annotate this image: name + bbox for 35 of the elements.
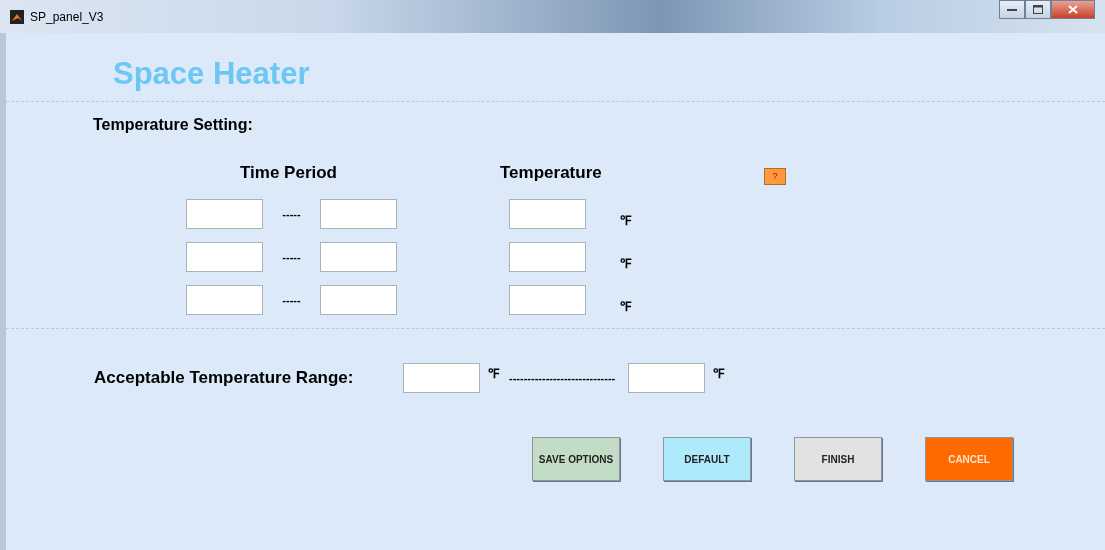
range-dash: -----: [281, 250, 302, 263]
action-button[interactable]: DEFAULT: [663, 437, 751, 481]
input-field[interactable]: [628, 363, 706, 393]
maximize-button[interactable]: [1025, 0, 1051, 19]
unit-label: ℉: [488, 365, 499, 382]
close-button[interactable]: [1051, 0, 1095, 19]
range-dash: -----: [281, 293, 302, 306]
unit-label: ℉: [620, 297, 631, 315]
unit-label: ℉: [620, 211, 631, 229]
range-label: Acceptable Temperature Range:: [94, 368, 355, 388]
window-title: SP_panel_V3: [30, 9, 105, 24]
section-label: Temperature Setting:: [93, 116, 253, 133]
range-separator: -----------------------------: [509, 372, 616, 384]
input-field[interactable]: [186, 198, 263, 229]
range-dash: -----: [281, 207, 302, 220]
input-field[interactable]: [320, 284, 397, 315]
column-header: Time Period: [240, 163, 338, 183]
input-field[interactable]: [320, 198, 397, 229]
action-button[interactable]: SAVE OPTIONS: [532, 437, 620, 481]
input-field[interactable]: [186, 241, 263, 272]
close-icon: [1068, 5, 1078, 14]
input-field[interactable]: [509, 284, 586, 315]
minimize-button[interactable]: [999, 0, 1025, 19]
input-field[interactable]: [320, 241, 397, 272]
column-header: Temperature: [500, 163, 603, 183]
input-field[interactable]: [509, 198, 586, 229]
maximize-icon: [1033, 5, 1043, 14]
app-icon: [10, 9, 24, 24]
action-button[interactable]: FINISH: [794, 437, 882, 481]
unit-label: ℉: [620, 254, 631, 272]
app-heading: Space Heater: [112, 55, 311, 93]
unit-label: ℉: [713, 365, 725, 382]
input-field[interactable]: [403, 363, 480, 393]
input-field[interactable]: [509, 241, 586, 272]
input-field[interactable]: [186, 284, 263, 315]
